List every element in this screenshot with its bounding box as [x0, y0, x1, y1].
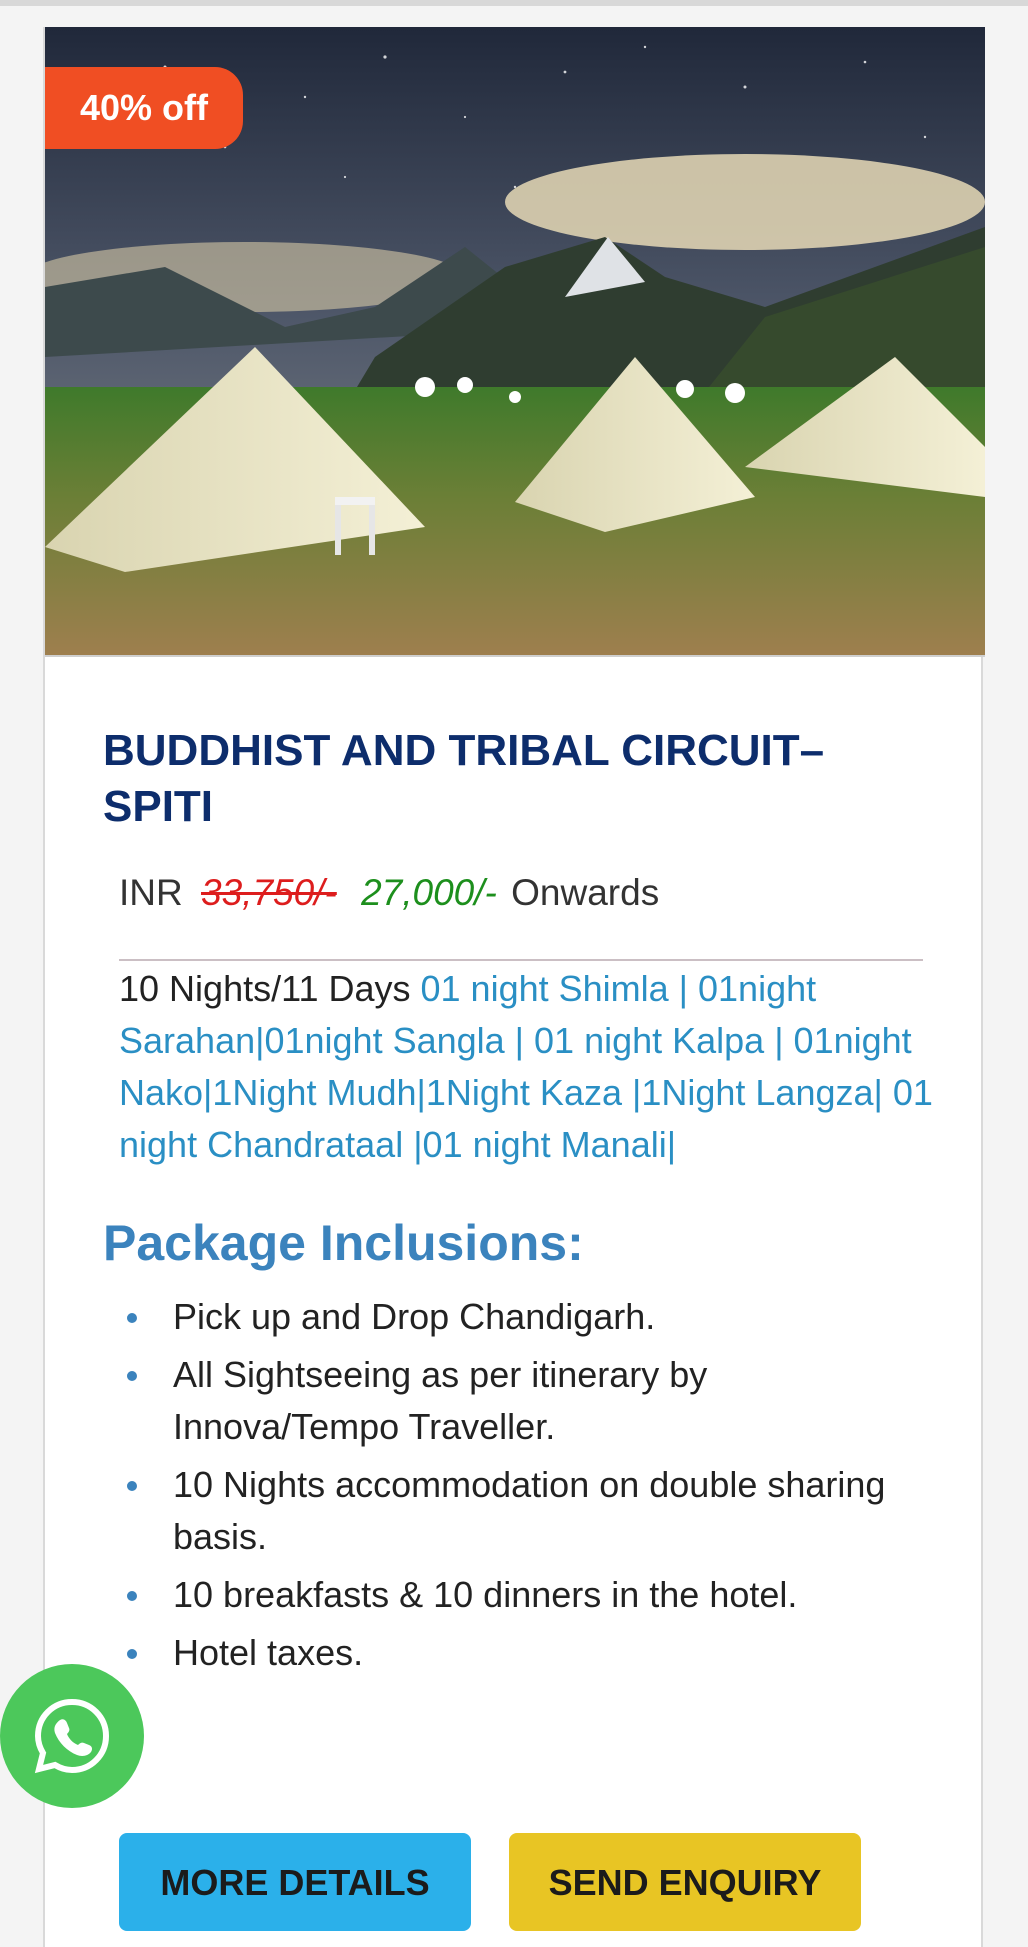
inclusion-text: 10 Nights accommodation on double sharin… — [173, 1464, 886, 1557]
whatsapp-icon — [34, 1698, 110, 1774]
inclusions-list: Pick up and Drop Chandigarh. All Sightse… — [103, 1291, 923, 1685]
price-currency: INR — [119, 872, 183, 913]
price-suffix: Onwards — [511, 872, 660, 913]
bullet-icon — [127, 1591, 137, 1601]
original-price: 33,750/- — [201, 872, 337, 913]
bullet-icon — [127, 1481, 137, 1491]
hero-image[interactable]: 40% off — [45, 27, 985, 657]
discounted-price: 27,000/- — [361, 872, 497, 913]
inclusion-text: Pick up and Drop Chandigarh. — [173, 1296, 656, 1337]
top-edge — [0, 0, 1028, 6]
bullet-icon — [127, 1371, 137, 1381]
list-item: Hotel taxes. — [103, 1627, 923, 1679]
send-enquiry-button[interactable]: SEND ENQUIRY — [509, 1833, 861, 1931]
list-item: 10 Nights accommodation on double sharin… — [103, 1459, 923, 1563]
more-details-button[interactable]: MORE DETAILS — [119, 1833, 471, 1931]
package-title[interactable]: BUDDHIST AND TRIBAL CIRCUIT– SPITI — [103, 723, 923, 835]
bullet-icon — [127, 1649, 137, 1659]
list-item: Pick up and Drop Chandigarh. — [103, 1291, 923, 1343]
price-row: INR 33,750/- 27,000/- Onwards — [119, 863, 923, 961]
inclusion-text: All Sightseeing as per itinerary by Inno… — [173, 1354, 708, 1447]
inclusions-heading: Package Inclusions: — [103, 1215, 584, 1271]
inclusion-text: Hotel taxes. — [173, 1632, 364, 1673]
itinerary-summary: 10 Nights/11 Days 01 night Shimla | 01ni… — [119, 963, 939, 1171]
discount-badge: 40% off — [45, 67, 243, 149]
duration-text: 10 Nights/11 Days — [119, 968, 411, 1009]
list-item: 10 breakfasts & 10 dinners in the hotel. — [103, 1569, 923, 1621]
list-item: All Sightseeing as per itinerary by Inno… — [103, 1349, 923, 1453]
bullet-icon — [127, 1313, 137, 1323]
package-card: 40% off BUDDHIST AND TRIBAL CIRCUIT– SPI… — [43, 27, 985, 1947]
whatsapp-button[interactable] — [0, 1664, 144, 1808]
inclusion-text: 10 breakfasts & 10 dinners in the hotel. — [173, 1574, 798, 1615]
